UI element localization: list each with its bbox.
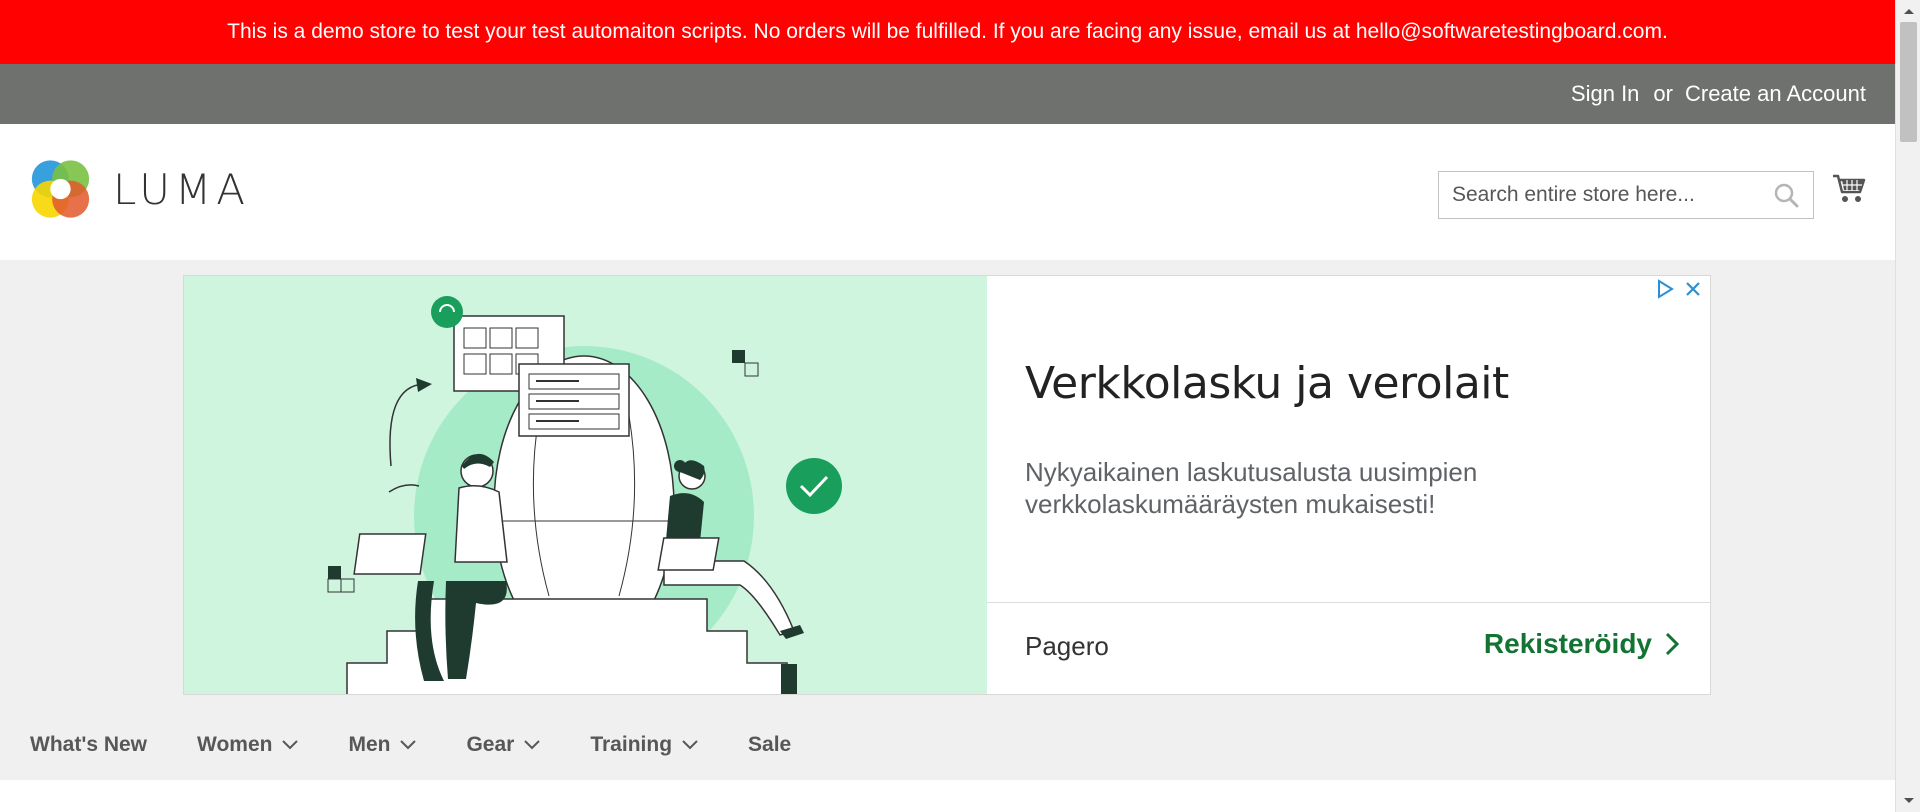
sign-in-link[interactable]: Sign In: [1571, 81, 1640, 107]
nav-item-label: Training: [590, 733, 673, 756]
chevron-right-icon: [1665, 632, 1680, 656]
search-input[interactable]: [1439, 173, 1759, 217]
nav-item-training[interactable]: Training: [590, 733, 698, 757]
ad-headline[interactable]: Verkkolasku ja verolait: [1025, 358, 1509, 409]
ad-cta-label: Rekisteröidy: [1483, 628, 1652, 659]
chevron-down-icon: [400, 740, 417, 750]
ad-choices: [1654, 278, 1704, 300]
nav-item-label: Men: [348, 733, 391, 756]
chevron-down-icon: [282, 740, 299, 750]
header-main: LUMA: [0, 124, 1895, 260]
ad-advertiser-name: Pagero: [1025, 631, 1109, 661]
scroll-up-arrow-icon[interactable]: [1896, 0, 1920, 22]
create-account-link[interactable]: Create an Account: [1685, 81, 1866, 107]
search-icon[interactable]: [1773, 182, 1799, 208]
ad-info-icon[interactable]: [1654, 278, 1676, 300]
ad-description: Nykyaikainen laskutusalusta uusimpien ve…: [1025, 457, 1478, 519]
chevron-down-icon: [682, 740, 698, 750]
nav-item-label: What's New: [30, 733, 148, 756]
nav-item-label: Women: [197, 733, 273, 756]
ad-divider: [987, 602, 1710, 603]
close-icon[interactable]: [1682, 278, 1704, 300]
main-navigation: What's New Women Men Gear Training Sale: [0, 710, 1895, 780]
ad-text-panel[interactable]: Verkkolasku ja verolait Nykyaikainen las…: [987, 276, 1710, 694]
nav-item-women[interactable]: Women: [197, 733, 299, 757]
store-logo[interactable]: LUMA: [30, 156, 250, 222]
scroll-down-arrow-icon[interactable]: [1896, 790, 1920, 812]
logo-wordmark: LUMA: [112, 164, 250, 214]
luma-logo-icon: [31, 160, 90, 218]
header-panel: Sign In or Create an Account: [0, 64, 1895, 124]
nav-item-gear[interactable]: Gear: [466, 733, 541, 757]
demo-notice-banner: This is a demo store to test your test a…: [0, 0, 1895, 64]
ad-cta-button[interactable]: Rekisteröidy: [1484, 628, 1680, 660]
scrollbar-thumb[interactable]: [1900, 22, 1917, 142]
nav-item-whats-new[interactable]: What's New: [30, 733, 147, 757]
vertical-scrollbar[interactable]: [1895, 0, 1920, 812]
nav-item-label: Gear: [466, 733, 515, 756]
cart-icon[interactable]: [1831, 170, 1867, 206]
ad-illustration: [184, 276, 987, 694]
demo-notice-text: This is a demo store to test your test a…: [227, 20, 1668, 43]
nav-item-sale[interactable]: Sale: [748, 733, 791, 757]
header-or-text: or: [1653, 81, 1673, 106]
nav-item-men[interactable]: Men: [348, 733, 417, 757]
search-form: [1438, 171, 1814, 219]
chevron-down-icon: [524, 740, 541, 750]
page: This is a demo store to test your test a…: [0, 0, 1895, 812]
advertisement[interactable]: Verkkolasku ja verolait Nykyaikainen las…: [183, 275, 1711, 695]
nav-item-label: Sale: [748, 733, 792, 756]
